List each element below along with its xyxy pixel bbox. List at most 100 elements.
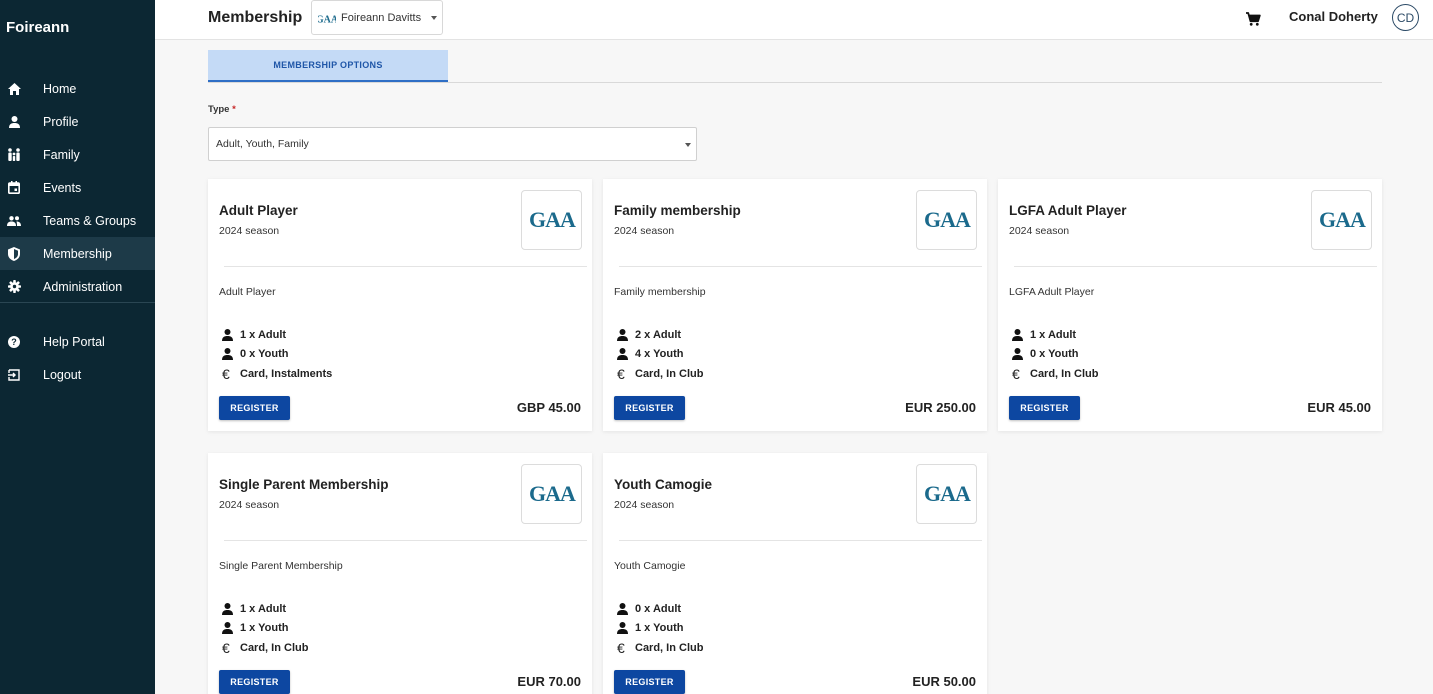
- sidebar-item-logout[interactable]: Logout: [0, 358, 155, 391]
- card-payment-row: € Card, Instalments: [222, 367, 333, 381]
- sidebar-item-administration[interactable]: Administration: [0, 270, 155, 303]
- person-icon: [222, 603, 233, 615]
- brand-name: Foireann: [6, 19, 70, 36]
- card-title: Adult Player: [219, 203, 298, 218]
- register-button[interactable]: REGISTER: [219, 670, 290, 694]
- euro-icon: €: [222, 640, 230, 656]
- card-payment: Card, In Club: [635, 368, 704, 380]
- card-youth: 0 x Youth: [240, 348, 289, 360]
- sidebar-divider: [0, 302, 155, 303]
- sidebar-item-family[interactable]: Family: [0, 138, 155, 171]
- card-payment: Card, Instalments: [240, 368, 333, 380]
- person-icon: [617, 329, 628, 341]
- family-icon: [7, 148, 21, 162]
- card-season: 2024 season: [219, 499, 280, 511]
- card-youth: 4 x Youth: [635, 348, 684, 360]
- gear-icon: [7, 280, 21, 294]
- card-season: 2024 season: [614, 499, 675, 511]
- gaa-logo-icon: GAA: [521, 190, 582, 250]
- card-payment: Card, In Club: [1030, 368, 1099, 380]
- gaa-logo-icon: GAA: [916, 190, 977, 250]
- card-adults-row: 2 x Adult: [617, 329, 681, 341]
- user-name[interactable]: Conal Doherty: [1289, 9, 1378, 24]
- card-adults: 2 x Adult: [635, 329, 682, 341]
- chevron-down-icon: [431, 16, 437, 20]
- svg-text:?: ?: [11, 337, 17, 347]
- membership-card: Adult Player 2024 season GAA Adult Playe…: [208, 179, 592, 431]
- person-icon: [7, 115, 21, 129]
- card-description: Adult Player: [219, 286, 276, 298]
- card-payment-row: € Card, In Club: [222, 640, 309, 656]
- card-youth: 1 x Youth: [635, 622, 684, 634]
- card-season: 2024 season: [219, 225, 280, 237]
- gaa-logo-icon: GAA: [916, 464, 977, 524]
- main-nav: Home Profile Family Events Teams & Group…: [0, 72, 155, 303]
- card-description: Family membership: [614, 286, 706, 298]
- card-title: Single Parent Membership: [219, 477, 389, 492]
- type-field-label: Type *: [208, 104, 236, 115]
- sidebar-item-events[interactable]: Events: [0, 171, 155, 204]
- register-button[interactable]: REGISTER: [614, 670, 685, 694]
- person-icon: [617, 603, 628, 615]
- card-price: GBP 45.00: [516, 400, 581, 415]
- sidebar-item-home[interactable]: Home: [0, 72, 155, 105]
- card-adults: 1 x Adult: [240, 603, 287, 615]
- card-title: Youth Camogie: [614, 477, 713, 492]
- card-payment: Card, In Club: [635, 642, 704, 654]
- sidebar: Foireann Home Profile Family Events Team…: [0, 0, 155, 694]
- card-price: EUR 50.00: [912, 674, 976, 689]
- card-description: LGFA Adult Player: [1009, 286, 1095, 298]
- sidebar-item-membership[interactable]: Membership: [0, 237, 155, 270]
- person-icon: [222, 622, 233, 634]
- secondary-nav: ? Help Portal Logout: [0, 325, 155, 391]
- card-youth-row: 1 x Youth: [617, 622, 684, 634]
- tab-membership-options[interactable]: MEMBERSHIP OPTIONS: [208, 50, 448, 82]
- required-mark: *: [232, 104, 236, 115]
- page-title: Membership: [208, 9, 303, 26]
- cart-icon[interactable]: [1245, 11, 1261, 27]
- sidebar-item-profile[interactable]: Profile: [0, 105, 155, 138]
- register-button[interactable]: REGISTER: [219, 396, 290, 420]
- card-payment-row: € Card, In Club: [1012, 366, 1099, 382]
- card-price: EUR 70.00: [517, 674, 581, 689]
- person-icon: [617, 622, 628, 634]
- type-select-value: Adult, Youth, Family: [216, 138, 309, 150]
- sidebar-item-label: Help Portal: [43, 334, 105, 349]
- card-payment-row: € Card, In Club: [617, 641, 704, 655]
- card-adults: 0 x Adult: [635, 603, 682, 615]
- shield-icon: [7, 246, 21, 261]
- club-select[interactable]: GAA Foireann Davitts: [311, 0, 443, 35]
- avatar[interactable]: CD: [1392, 4, 1419, 31]
- membership-card: Single Parent Membership 2024 season GAA…: [208, 453, 592, 694]
- svg-text:GAA: GAA: [924, 481, 971, 506]
- svg-text:GAA: GAA: [529, 481, 576, 506]
- person-icon: [222, 348, 233, 360]
- register-button[interactable]: REGISTER: [614, 396, 685, 420]
- sidebar-item-label: Events: [43, 180, 82, 195]
- gaa-logo-icon: GAA: [521, 464, 582, 524]
- sidebar-item-label: Logout: [43, 367, 82, 382]
- svg-text:GAA: GAA: [529, 207, 576, 232]
- card-youth: 0 x Youth: [1030, 348, 1079, 360]
- sidebar-item-label: Home: [43, 81, 77, 96]
- type-select[interactable]: Adult, Youth, Family: [208, 127, 697, 161]
- chevron-down-icon: [685, 143, 691, 147]
- type-label-text: Type: [208, 104, 230, 115]
- logout-icon: [7, 368, 21, 382]
- person-icon: [1012, 348, 1023, 360]
- home-icon: [7, 82, 21, 96]
- sidebar-item-label: Teams & Groups: [43, 213, 137, 228]
- club-select-value: Foireann Davitts: [341, 12, 422, 24]
- card-payment: Card, In Club: [240, 642, 309, 654]
- sidebar-item-help-portal[interactable]: ? Help Portal: [0, 325, 155, 358]
- card-season: 2024 season: [1009, 225, 1070, 237]
- membership-card: Family membership 2024 season GAA Family…: [603, 179, 987, 431]
- tab-bar: MEMBERSHIP OPTIONS: [208, 50, 1382, 83]
- register-button[interactable]: REGISTER: [1009, 396, 1080, 420]
- card-divider: [224, 266, 587, 267]
- card-title: LGFA Adult Player: [1009, 203, 1127, 218]
- euro-icon: €: [1012, 366, 1020, 382]
- card-adults-row: 1 x Adult: [222, 603, 286, 615]
- sidebar-item-teams-groups[interactable]: Teams & Groups: [0, 204, 155, 237]
- card-youth-row: 1 x Youth: [222, 622, 289, 634]
